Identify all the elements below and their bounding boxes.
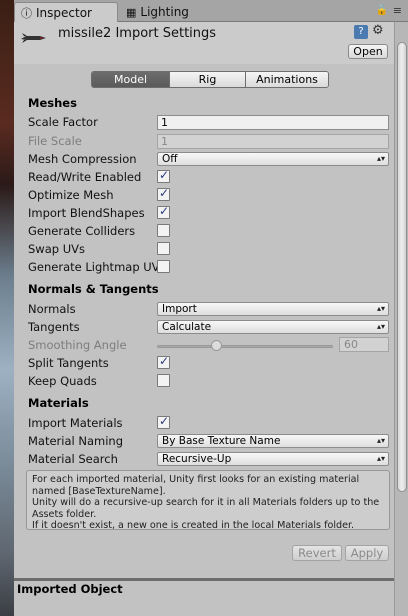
read-write-label: Read/Write Enabled (28, 170, 142, 184)
mesh-compression-value: Off (162, 153, 178, 165)
vertical-scrollbar[interactable] (394, 22, 408, 616)
scrollbar-thumb[interactable] (397, 42, 407, 492)
mesh-compression-label: Mesh Compression (28, 152, 137, 166)
tab-bar: ⓘ Inspector ▦ Lighting 🔒 ≡ (14, 0, 408, 22)
dropdown-arrow-icon: ▴▾ (376, 322, 385, 331)
optimize-mesh-checkbox[interactable] (157, 186, 170, 201)
help-line: For each imported material, Unity first … (32, 474, 360, 497)
import-blendshapes-checkbox[interactable] (157, 204, 170, 219)
tangents-value: Calculate (162, 321, 212, 333)
help-line: If it doesn't exist, a new one is create… (32, 520, 355, 532)
split-tangents-label: Split Tangents (28, 356, 109, 370)
optimize-mesh-label: Optimize Mesh (28, 188, 114, 202)
keep-quads-checkbox[interactable] (157, 374, 170, 387)
normals-value: Import (162, 303, 197, 315)
generate-colliders-checkbox[interactable] (157, 224, 170, 237)
material-search-value: Recursive-Up (162, 453, 232, 465)
page-title: missile2 Import Settings (58, 26, 217, 41)
tangents-dropdown[interactable]: Calculate ▴▾ (157, 320, 389, 334)
keep-quads-label: Keep Quads (28, 374, 97, 388)
smoothing-angle-field: 60 (339, 337, 389, 352)
lock-icon[interactable]: 🔒 (376, 5, 388, 16)
tab-model[interactable]: Model (92, 72, 170, 87)
tab-lighting[interactable]: ▦ Lighting (120, 2, 200, 22)
inspector-header: missile2 Import Settings ? ⚙ Open (14, 22, 394, 64)
swap-uvs-checkbox[interactable] (157, 242, 170, 255)
import-settings-panel: Model Rig Animations Meshes Scale Factor… (14, 64, 394, 616)
normals-dropdown[interactable]: Import ▴▾ (157, 302, 389, 316)
scale-factor-label: Scale Factor (28, 115, 98, 129)
dropdown-arrow-icon: ▴▾ (376, 454, 385, 463)
section-meshes: Meshes (28, 96, 77, 110)
dropdown-arrow-icon: ▴▾ (376, 436, 385, 445)
dropdown-arrow-icon: ▴▾ (376, 304, 385, 313)
apply-button[interactable]: Apply (345, 545, 389, 561)
import-materials-checkbox[interactable] (157, 414, 170, 429)
help-line: Unity will do a recursive-up search for … (32, 497, 380, 520)
file-scale-field: 1 (157, 134, 389, 149)
help-icon[interactable]: ? (354, 25, 368, 39)
tab-inspector[interactable]: ⓘ Inspector (14, 2, 118, 22)
dropdown-arrow-icon: ▴▾ (376, 154, 385, 163)
split-tangents-checkbox[interactable] (157, 354, 170, 369)
file-scale-label: File Scale (28, 134, 82, 148)
mesh-compression-dropdown[interactable]: Off ▴▾ (157, 152, 389, 166)
material-naming-value: By Base Texture Name (162, 435, 281, 447)
tab-lighting-label: Lighting (140, 5, 189, 19)
swap-uvs-label: Swap UVs (28, 242, 85, 256)
generate-lightmap-label: Generate Lightmap UV (28, 260, 160, 274)
normals-label: Normals (28, 302, 76, 316)
material-naming-dropdown[interactable]: By Base Texture Name ▴▾ (157, 434, 389, 448)
material-naming-label: Material Naming (28, 434, 124, 448)
read-write-checkbox[interactable] (157, 168, 170, 183)
gear-icon[interactable]: ⚙ (372, 23, 384, 38)
import-tabs: Model Rig Animations (91, 71, 329, 88)
tab-rig[interactable]: Rig (170, 72, 246, 87)
tab-inspector-label: Inspector (36, 5, 92, 20)
section-normals-tangents: Normals & Tangents (28, 282, 159, 296)
section-divider (14, 578, 394, 581)
section-materials: Materials (28, 396, 89, 410)
scale-factor-field[interactable]: 1 (157, 115, 389, 130)
tab-animations[interactable]: Animations (246, 72, 328, 87)
missile-asset-icon (21, 33, 46, 43)
material-search-dropdown[interactable]: Recursive-Up ▴▾ (157, 452, 389, 466)
grid-icon: ▦ (126, 5, 137, 19)
scene-view-strip (0, 0, 14, 616)
smoothing-angle-slider (157, 345, 333, 348)
generate-colliders-label: Generate Colliders (28, 224, 136, 238)
import-materials-label: Import Materials (28, 416, 123, 430)
smoothing-angle-knob (211, 340, 222, 351)
tangents-label: Tangents (28, 320, 80, 334)
smoothing-angle-label: Smoothing Angle (28, 338, 127, 352)
open-button[interactable]: Open (348, 44, 388, 59)
material-help-box: For each imported material, Unity first … (26, 470, 390, 532)
import-blendshapes-label: Import BlendShapes (28, 206, 145, 220)
revert-button[interactable]: Revert (292, 545, 342, 561)
imported-object-header: Imported Object (17, 582, 123, 596)
menu-icon[interactable]: ≡ (393, 4, 402, 17)
material-search-label: Material Search (28, 452, 118, 466)
info-icon: ⓘ (21, 6, 32, 20)
generate-lightmap-checkbox[interactable] (157, 260, 170, 273)
